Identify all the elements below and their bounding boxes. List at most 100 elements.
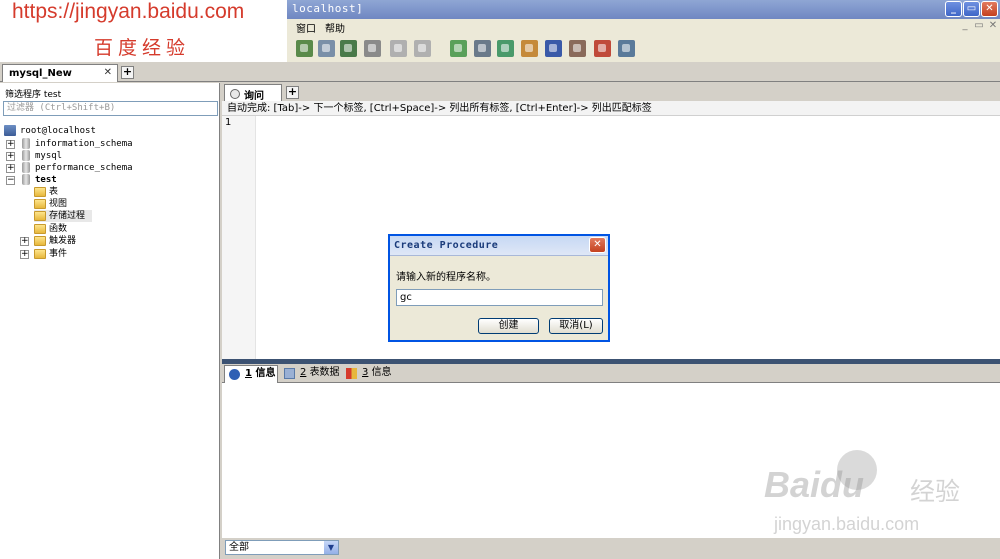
- folder-icon: [34, 211, 46, 221]
- expand-icon[interactable]: +: [20, 237, 29, 246]
- tree-folder-procedures[interactable]: 存储过程: [34, 210, 92, 222]
- new-query-tab-button[interactable]: +: [286, 86, 299, 99]
- restore-button[interactable]: ▭: [963, 1, 980, 17]
- folder-icon: [34, 199, 46, 209]
- toolbar-grid-icon[interactable]: [414, 40, 431, 57]
- toolbar-monitor-icon[interactable]: [569, 40, 586, 57]
- cancel-button[interactable]: 取消(L): [549, 318, 603, 334]
- mdi-minimize-icon[interactable]: _: [958, 20, 972, 33]
- close-tab-icon[interactable]: ✕: [104, 67, 112, 78]
- tree-db-information-schema[interactable]: + information_schema: [6, 138, 136, 150]
- tree-root[interactable]: root@localhost: [4, 125, 114, 137]
- tab-number: 2: [300, 367, 307, 378]
- database-icon: [22, 174, 30, 185]
- collapse-icon[interactable]: −: [6, 176, 15, 185]
- tree-folder-triggers[interactable]: + 触发器: [20, 235, 90, 247]
- info-blocks-icon: [346, 368, 357, 379]
- toolbar-sync-icon[interactable]: [497, 40, 514, 57]
- watermark-logo: Baidu: [764, 464, 865, 505]
- window-title: localhost]: [292, 2, 364, 15]
- dialog-close-button[interactable]: ✕: [589, 237, 606, 253]
- tab-label: 表数据: [309, 367, 340, 378]
- toolbar-query-icon[interactable]: [545, 40, 562, 57]
- query-tab-strip: 询问 +: [222, 83, 1000, 102]
- server-icon: [4, 125, 16, 136]
- tree-folder-views[interactable]: 视图: [34, 198, 84, 210]
- tree-root-label: root@localhost: [20, 126, 96, 136]
- database-icon: [22, 162, 30, 173]
- tab-label: 信息: [371, 367, 392, 378]
- create-procedure-dialog: Create Procedure ✕ 请输入新的程序名称。 gc 创建 取消(L…: [388, 234, 610, 342]
- filter-input[interactable]: 过滤器 (Ctrl+Shift+B): [3, 101, 218, 116]
- database-icon: [22, 150, 30, 161]
- folder-label: 函数: [49, 224, 68, 234]
- toolbar-execute-icon[interactable]: [296, 40, 313, 57]
- menu-window[interactable]: 窗口: [296, 20, 316, 35]
- mdi-close-icon[interactable]: ✕: [986, 20, 1000, 33]
- watermark-banner: https://jingyan.baidu.com 百度经验: [0, 0, 287, 62]
- procedure-name-input[interactable]: gc: [396, 289, 603, 306]
- toolbar-backup-icon[interactable]: [364, 40, 381, 57]
- expand-icon[interactable]: +: [6, 164, 15, 173]
- folder-icon: [34, 224, 46, 234]
- toolbar-export-icon[interactable]: [318, 40, 335, 57]
- watermark-cn: 经验: [910, 477, 961, 506]
- db-label: information_schema: [35, 139, 133, 149]
- db-label: performance_schema: [35, 163, 133, 173]
- connection-tab[interactable]: mysql_New ✕: [2, 64, 118, 82]
- expand-icon[interactable]: +: [6, 152, 15, 161]
- tab-table-data[interactable]: 2 表数据: [280, 365, 340, 383]
- db-label: test: [35, 175, 57, 185]
- mdi-restore-icon[interactable]: ▭: [972, 20, 986, 33]
- filter-label: 筛选程序 test: [5, 90, 62, 100]
- tab-label: 信息: [255, 368, 276, 379]
- tab-info[interactable]: 3 信息: [342, 365, 394, 383]
- message-filter-select[interactable]: 全部 ▼: [225, 540, 339, 555]
- toolbar-schema-icon[interactable]: [474, 40, 491, 57]
- folder-label: 表: [49, 187, 59, 197]
- toolbar-table-icon[interactable]: [390, 40, 407, 57]
- expand-icon[interactable]: +: [6, 140, 15, 149]
- toolbar-transfer-icon[interactable]: [521, 40, 538, 57]
- dialog-title: Create Procedure: [394, 240, 499, 251]
- tree-folder-tables[interactable]: 表: [34, 186, 74, 198]
- minimize-button[interactable]: _: [945, 1, 962, 17]
- menu-help[interactable]: 帮助: [325, 20, 345, 35]
- autocomplete-hint: 自动完成: [Tab]-> 下一个标签, [Ctrl+Space]-> 列出所有…: [222, 101, 1000, 116]
- line-gutter: 1: [222, 116, 256, 359]
- tree-db-test[interactable]: − test: [6, 174, 76, 186]
- toolbar-designer-icon[interactable]: [618, 40, 635, 57]
- folder-icon: [34, 249, 46, 259]
- tab-messages[interactable]: 1 信息: [224, 365, 278, 383]
- folder-label: 触发器: [49, 236, 77, 246]
- result-tab-strip: 1 信息 2 表数据 3 信息: [222, 364, 1000, 383]
- db-label: mysql: [35, 151, 63, 161]
- expand-icon[interactable]: +: [20, 250, 29, 259]
- query-tab-label: 询问: [244, 91, 264, 102]
- tab-number: 1: [245, 368, 252, 379]
- dialog-prompt: 请输入新的程序名称。: [396, 272, 496, 283]
- connection-tab-label: mysql_New: [9, 68, 72, 79]
- close-button[interactable]: ✕: [981, 1, 998, 17]
- query-tab[interactable]: 询问: [224, 84, 282, 102]
- tree-folder-functions[interactable]: 函数: [34, 223, 84, 235]
- message-filter-value: 全部: [229, 542, 249, 553]
- object-browser: 筛选程序 test 过滤器 (Ctrl+Shift+B) root@localh…: [0, 83, 220, 559]
- new-connection-tab-button[interactable]: +: [121, 66, 134, 79]
- dialog-title-bar[interactable]: Create Procedure ✕: [390, 236, 608, 256]
- query-editor[interactable]: 1: [222, 116, 1000, 359]
- query-icon: [230, 89, 240, 99]
- toolbar-report-icon[interactable]: [594, 40, 611, 57]
- toolbar-refresh-icon[interactable]: [450, 40, 467, 57]
- tree-db-performance-schema[interactable]: + performance_schema: [6, 162, 136, 174]
- create-button[interactable]: 创建: [478, 318, 539, 334]
- info-icon: [229, 369, 240, 380]
- tree-db-mysql[interactable]: + mysql: [6, 150, 76, 162]
- watermark-url-bottom: jingyan.baidu.com: [774, 514, 920, 534]
- database-icon: [22, 138, 30, 149]
- tree-folder-events[interactable]: + 事件: [20, 248, 80, 260]
- watermark-url: https://jingyan.baidu.com: [12, 0, 245, 23]
- baidu-watermark: Baidu 经验 jingyan.baidu.com: [760, 450, 995, 550]
- chevron-down-icon[interactable]: ▼: [324, 541, 338, 554]
- toolbar-import-icon[interactable]: [340, 40, 357, 57]
